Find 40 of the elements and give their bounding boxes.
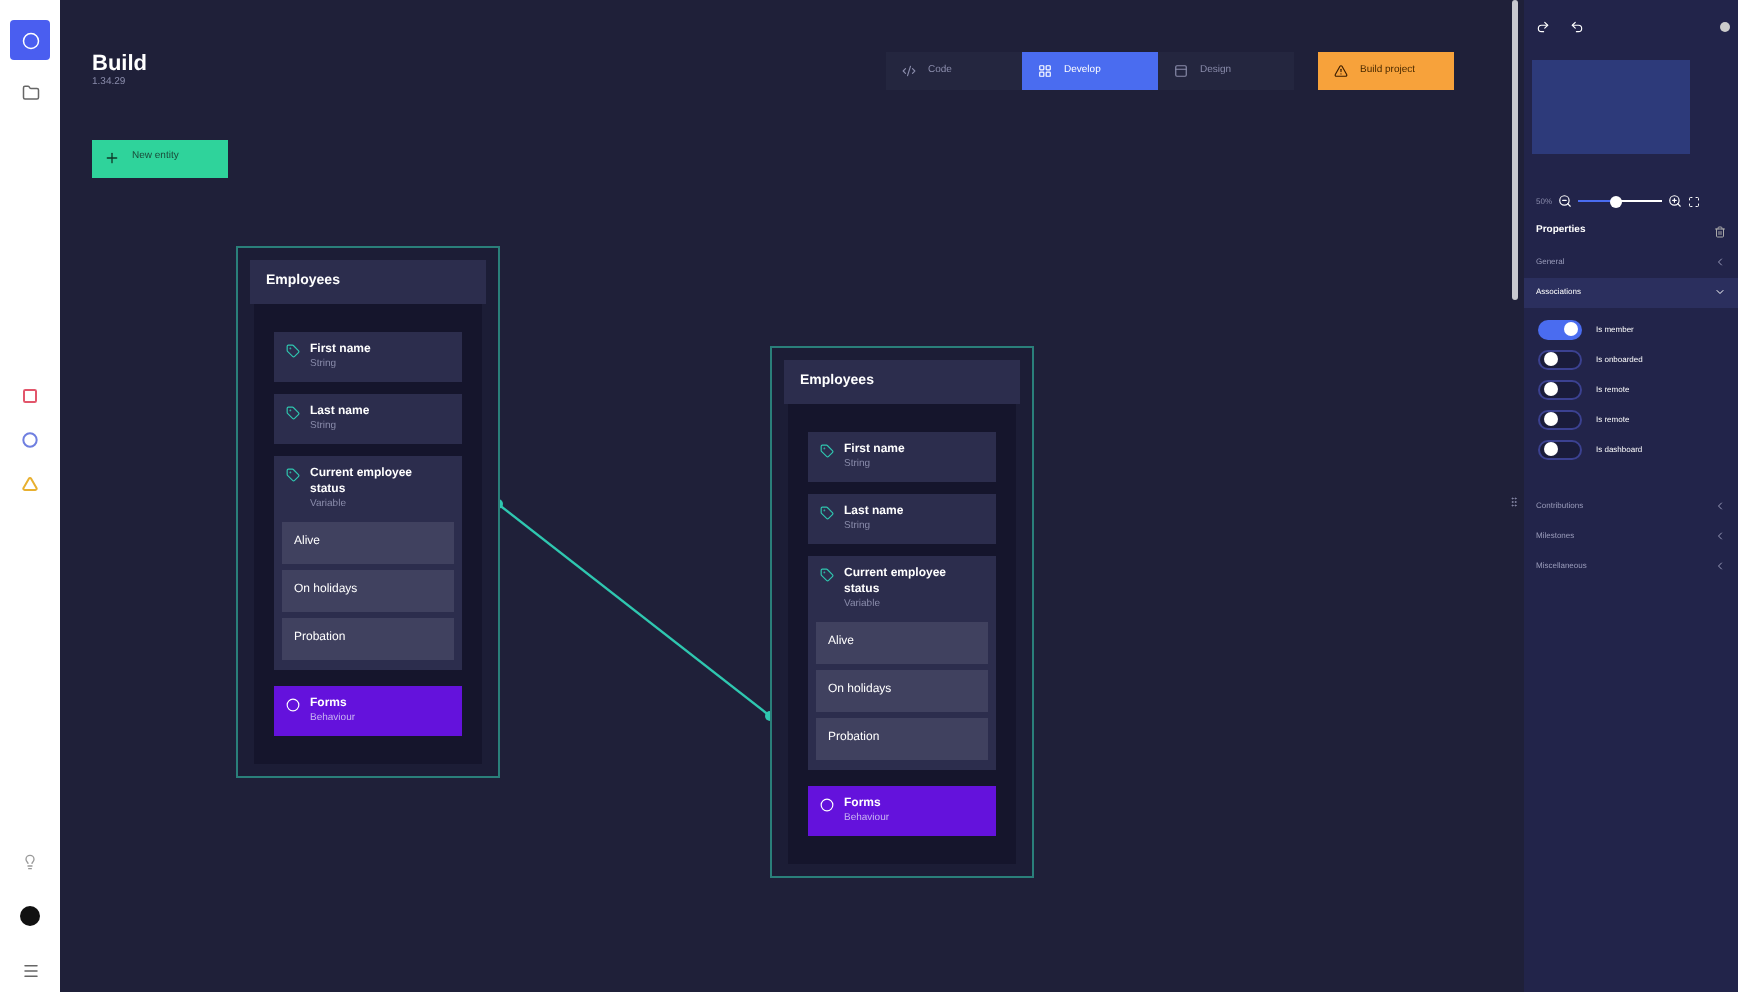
zoom-out-icon[interactable] xyxy=(1558,194,1573,208)
undo-icon[interactable] xyxy=(1570,20,1584,34)
circle-icon xyxy=(286,698,300,712)
circle-icon xyxy=(820,798,834,812)
lightbulb-icon[interactable] xyxy=(22,854,38,870)
tag-icon xyxy=(286,406,300,420)
redo-icon[interactable] xyxy=(1536,20,1550,34)
page-title: Build xyxy=(92,52,149,76)
tag-icon xyxy=(820,568,834,582)
folder-icon xyxy=(21,83,39,101)
toggle-switch[interactable] xyxy=(1538,439,1582,459)
chevron-left-icon xyxy=(1714,530,1726,542)
code-icon xyxy=(902,64,916,78)
scrollbar[interactable] xyxy=(1512,0,1518,300)
slider-thumb[interactable] xyxy=(1609,195,1622,207)
chevron-down-icon xyxy=(1714,286,1726,298)
circle-icon[interactable] xyxy=(22,432,38,448)
grid-icon xyxy=(1038,64,1052,78)
tag-icon xyxy=(820,444,834,458)
trash-icon[interactable] xyxy=(1714,225,1726,238)
chevron-left-icon xyxy=(1714,560,1726,572)
square-icon[interactable] xyxy=(22,388,38,404)
plus-icon xyxy=(104,150,120,166)
avatar[interactable] xyxy=(20,906,40,926)
menu-icon[interactable] xyxy=(21,962,39,980)
chevron-left-icon xyxy=(1714,500,1726,512)
zoom-slider[interactable] xyxy=(1578,195,1663,207)
panel-icon xyxy=(1174,64,1188,78)
toggle-switch[interactable] xyxy=(1538,349,1582,369)
toggle-switch[interactable] xyxy=(1538,409,1582,429)
tag-icon xyxy=(286,468,300,482)
zoom-in-icon[interactable] xyxy=(1668,194,1683,208)
toggle-switch[interactable] xyxy=(1538,379,1582,399)
warning-icon xyxy=(1334,64,1348,78)
logo-icon xyxy=(21,31,39,49)
tag-icon xyxy=(820,506,834,520)
chevron-left-icon xyxy=(1714,256,1726,268)
toggle-switch[interactable] xyxy=(1538,319,1582,339)
tag-icon xyxy=(286,344,300,358)
logo-button[interactable] xyxy=(10,20,50,60)
